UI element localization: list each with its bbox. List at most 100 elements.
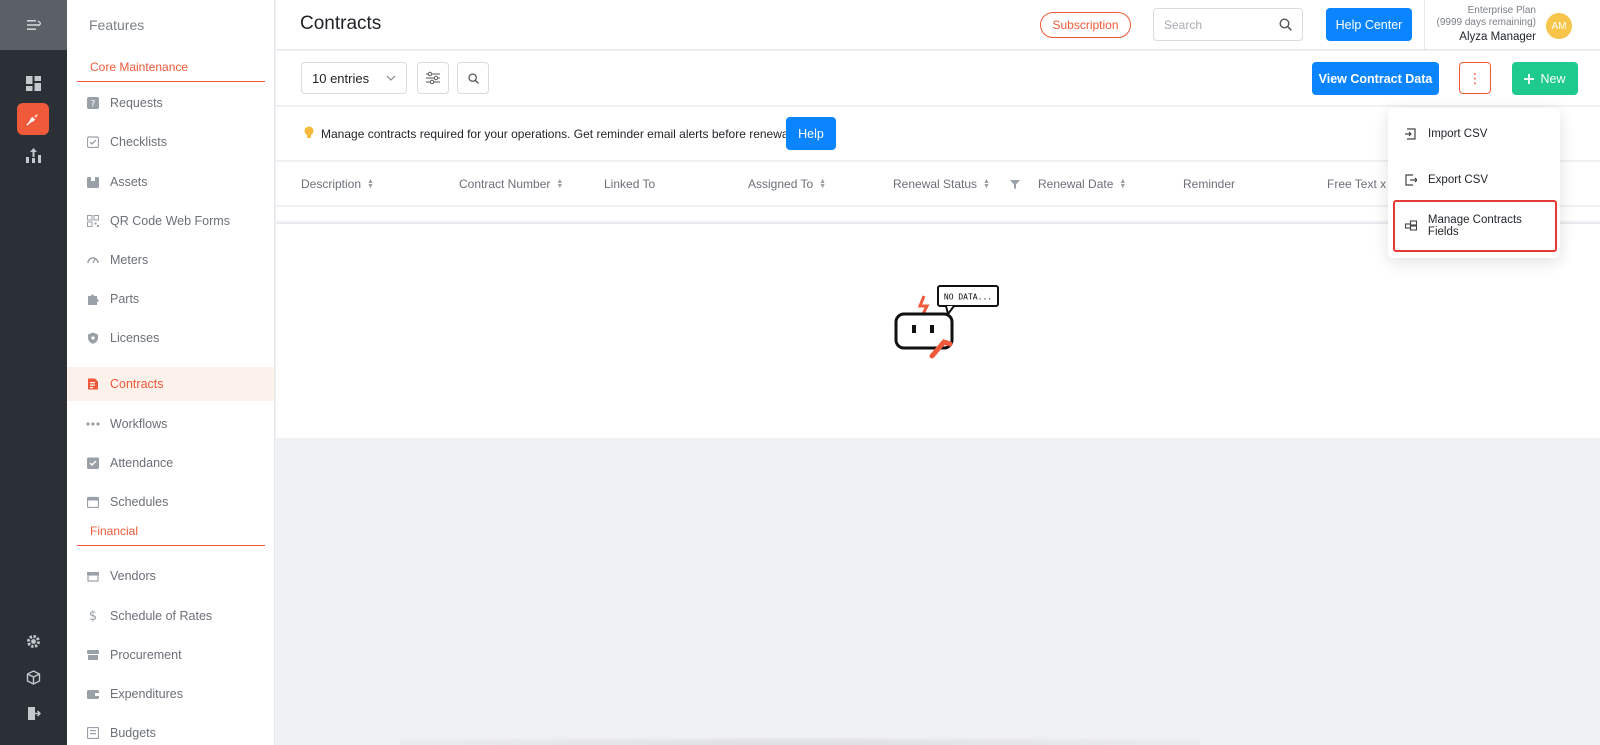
sidebar-item-label: Budgets xyxy=(110,726,156,740)
dashboard-icon xyxy=(25,75,41,91)
features-icon xyxy=(26,114,38,126)
rail-reports-button[interactable] xyxy=(17,139,49,171)
banner-text: Manage contracts required for your opera… xyxy=(321,127,792,141)
plan-remaining: (9999 days remaining) xyxy=(1436,17,1537,28)
sidebar-item-vendors[interactable]: Vendors xyxy=(67,559,274,593)
search-icon xyxy=(467,72,479,84)
lightbulb-icon xyxy=(304,126,314,138)
rail-dashboard-button[interactable] xyxy=(17,67,49,99)
new-contract-button[interactable]: New xyxy=(1512,62,1578,95)
sidebar-item-licenses[interactable]: Licenses xyxy=(67,321,274,355)
user-plan-info[interactable]: Enterprise Plan (9999 days remaining) Al… xyxy=(1416,5,1537,43)
app-rail xyxy=(0,0,67,745)
filter-icon[interactable] xyxy=(1009,179,1020,189)
sidebar-item-parts[interactable]: Parts xyxy=(67,282,274,316)
sidebar-item-expenditures[interactable]: Expenditures xyxy=(67,677,274,711)
sort-icon[interactable]: ▲ ▼ xyxy=(556,178,563,190)
sidebar-item-attendance[interactable]: Attendance xyxy=(67,446,274,480)
menu-item-export-csv[interactable]: Export CSV xyxy=(1388,160,1560,200)
entries-value: 10 entries xyxy=(312,70,370,86)
section-core-maintenance: Core Maintenance xyxy=(77,60,265,82)
vendor-icon xyxy=(86,569,100,583)
sidebar-item-label: Contracts xyxy=(110,377,164,391)
import-icon xyxy=(1404,127,1418,141)
sidebar-item-workflows[interactable]: Workflows xyxy=(67,407,274,441)
column-label: Contract Number xyxy=(459,177,551,191)
asset-icon xyxy=(86,175,100,189)
top-header: Contracts Subscription Help Center Enter… xyxy=(276,0,1600,50)
sidebar-item-checklists[interactable]: Checklists xyxy=(67,125,274,159)
rail-logout-button[interactable] xyxy=(17,697,49,729)
sort-icon[interactable]: ▲ ▼ xyxy=(819,178,826,190)
column-header-contract-number[interactable]: Contract Number ▲ ▼ xyxy=(459,177,563,191)
sidebar-item-label: Requests xyxy=(110,96,163,110)
sort-icon[interactable]: ▲ ▼ xyxy=(367,178,374,190)
rail-package-button[interactable] xyxy=(17,661,49,693)
search-input[interactable] xyxy=(1164,17,1274,32)
sidebar-item-procurement[interactable]: Procurement xyxy=(67,638,274,672)
sidebar-item-label: Expenditures xyxy=(110,687,183,701)
budget-icon xyxy=(86,726,100,740)
column-header-assigned-to[interactable]: Assigned To ▲ ▼ xyxy=(748,177,826,191)
more-options-button[interactable]: ⋮ xyxy=(1459,62,1491,94)
sort-icon[interactable]: ▲ ▼ xyxy=(1119,178,1126,190)
column-header-renewal-status[interactable]: Renewal Status ▲ ▼ xyxy=(893,177,1020,191)
help-center-button[interactable]: Help Center xyxy=(1326,8,1412,41)
sidebar-item-label: Assets xyxy=(110,175,148,189)
menu-item-import-csv[interactable]: Import CSV xyxy=(1388,114,1560,154)
column-settings-button[interactable] xyxy=(417,62,449,94)
menu-item-label: Import CSV xyxy=(1428,128,1488,140)
sidebar-item-qr-code-web-forms[interactable]: QR Code Web Forms xyxy=(67,204,274,238)
section-financial: Financial xyxy=(77,524,265,546)
sort-icon[interactable]: ▲ ▼ xyxy=(983,178,990,190)
sidebar-item-label: Workflows xyxy=(110,417,168,431)
subscription-button[interactable]: Subscription xyxy=(1040,12,1131,38)
column-header-renewal-date[interactable]: Renewal Date ▲ ▼ xyxy=(1038,177,1126,191)
search-box[interactable] xyxy=(1153,8,1303,41)
page-title: Contracts xyxy=(300,13,382,34)
no-data-text: NO DATA... xyxy=(944,293,992,302)
workflow-icon xyxy=(86,417,100,431)
settings-icon xyxy=(26,634,40,648)
sidebar-item-schedule-of-rates[interactable]: $ Schedule of Rates xyxy=(67,599,274,633)
menu-item-label: Manage Contracts Fields xyxy=(1427,214,1522,238)
table-toolbar: 10 entries View Contract Data ⋮ New xyxy=(276,51,1600,106)
menu-item-manage-contracts-fields[interactable]: Manage Contracts Fields xyxy=(1393,200,1557,252)
sidebar-item-meters[interactable]: Meters xyxy=(67,243,274,277)
qr-code-icon xyxy=(86,214,100,228)
sidebar-item-schedules[interactable]: Schedules xyxy=(67,485,274,519)
sidebar-item-label: Vendors xyxy=(110,569,156,583)
sidebar-item-label: Licenses xyxy=(110,331,160,345)
sidebar-item-label: Checklists xyxy=(110,135,167,149)
sliders-icon xyxy=(426,71,440,85)
sidebar-item-label: Parts xyxy=(110,292,140,306)
checklist-icon xyxy=(86,135,100,149)
sidebar-item-requests[interactable]: ? Requests xyxy=(67,86,274,120)
wallet-icon xyxy=(86,687,100,701)
rail-features-button[interactable] xyxy=(17,103,49,135)
column-header-description[interactable]: Description ▲ ▼ xyxy=(301,177,374,191)
entries-select[interactable]: 10 entries xyxy=(301,62,407,94)
sidebar-item-contracts[interactable]: Contracts xyxy=(67,367,274,401)
avatar[interactable]: AM xyxy=(1546,13,1572,39)
sidebar-item-assets[interactable]: Assets xyxy=(67,165,274,199)
table-search-button[interactable] xyxy=(457,62,489,94)
sidebar-item-label: QR Code Web Forms xyxy=(110,214,230,228)
logout-icon xyxy=(27,706,41,720)
help-button[interactable]: Help xyxy=(786,117,836,150)
view-contract-data-button[interactable]: View Contract Data xyxy=(1312,62,1439,95)
contract-icon xyxy=(86,377,100,391)
menu-item-label: Export CSV xyxy=(1428,174,1489,186)
column-label: Renewal Status xyxy=(893,177,978,191)
column-label: Free Text x xyxy=(1327,177,1387,191)
plus-icon xyxy=(1524,73,1535,84)
no-data-robot-icon: NO DATA... xyxy=(894,285,999,359)
search-icon[interactable] xyxy=(1279,18,1292,31)
menu-collapse-button[interactable] xyxy=(0,0,67,50)
sidebar-item-budgets[interactable]: Budgets xyxy=(67,716,274,745)
new-label: New xyxy=(1540,71,1566,86)
column-label: Reminder xyxy=(1183,177,1236,191)
sidebar-item-label: Meters xyxy=(110,253,149,267)
rail-settings-button[interactable] xyxy=(17,625,49,657)
attendance-icon xyxy=(86,456,100,470)
